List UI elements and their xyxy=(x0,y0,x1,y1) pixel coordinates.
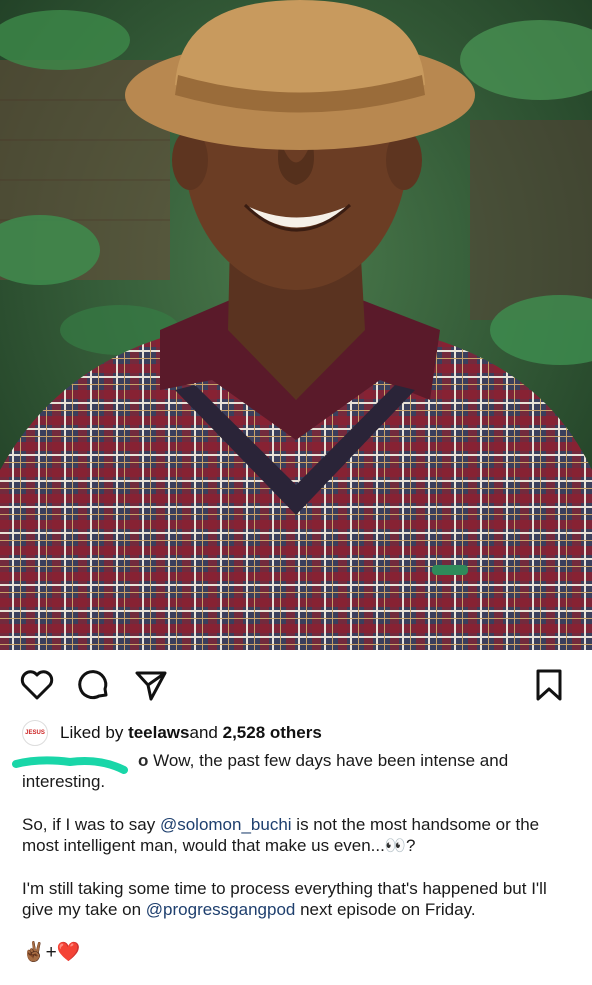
caption-line1: Wow, the past few days have been intense… xyxy=(22,751,509,791)
caption-paragraph-2: So, if I was to say @solomon_buchi is no… xyxy=(22,814,570,856)
liked-by-count[interactable]: 2,528 others xyxy=(223,723,322,743)
caption-paragraph-1: o Wow, the past few days have been inten… xyxy=(22,750,570,792)
caption-p3-b: next episode on Friday. xyxy=(295,900,476,919)
post-photo[interactable] xyxy=(0,0,592,650)
caption-paragraph-3: I'm still taking some time to process ev… xyxy=(22,878,570,920)
likes-row[interactable]: JESUS Liked by teelaws and 2,528 others xyxy=(22,718,322,748)
mention-solomon-buchi[interactable]: @solomon_buchi xyxy=(160,815,292,834)
post-caption: o Wow, the past few days have been inten… xyxy=(22,750,570,985)
liker-avatar[interactable]: JESUS xyxy=(22,720,48,746)
post-actions-bar xyxy=(0,650,592,720)
mention-progressgangpod[interactable]: @progressgangpod xyxy=(146,900,296,919)
liked-by-user[interactable]: teelaws xyxy=(128,723,189,743)
liked-by-mid: and xyxy=(189,723,218,742)
caption-username[interactable]: o xyxy=(138,751,148,770)
heart-icon[interactable] xyxy=(19,667,55,703)
photo-illustration xyxy=(0,0,592,650)
bookmark-icon[interactable] xyxy=(531,667,567,703)
share-icon[interactable] xyxy=(133,667,169,703)
comment-icon[interactable] xyxy=(76,667,112,703)
liked-by-prefix: Liked by xyxy=(60,723,124,742)
caption-emoji: ✌🏾+❤️ xyxy=(22,942,81,963)
caption-p2-a: So, if I was to say xyxy=(22,815,160,834)
